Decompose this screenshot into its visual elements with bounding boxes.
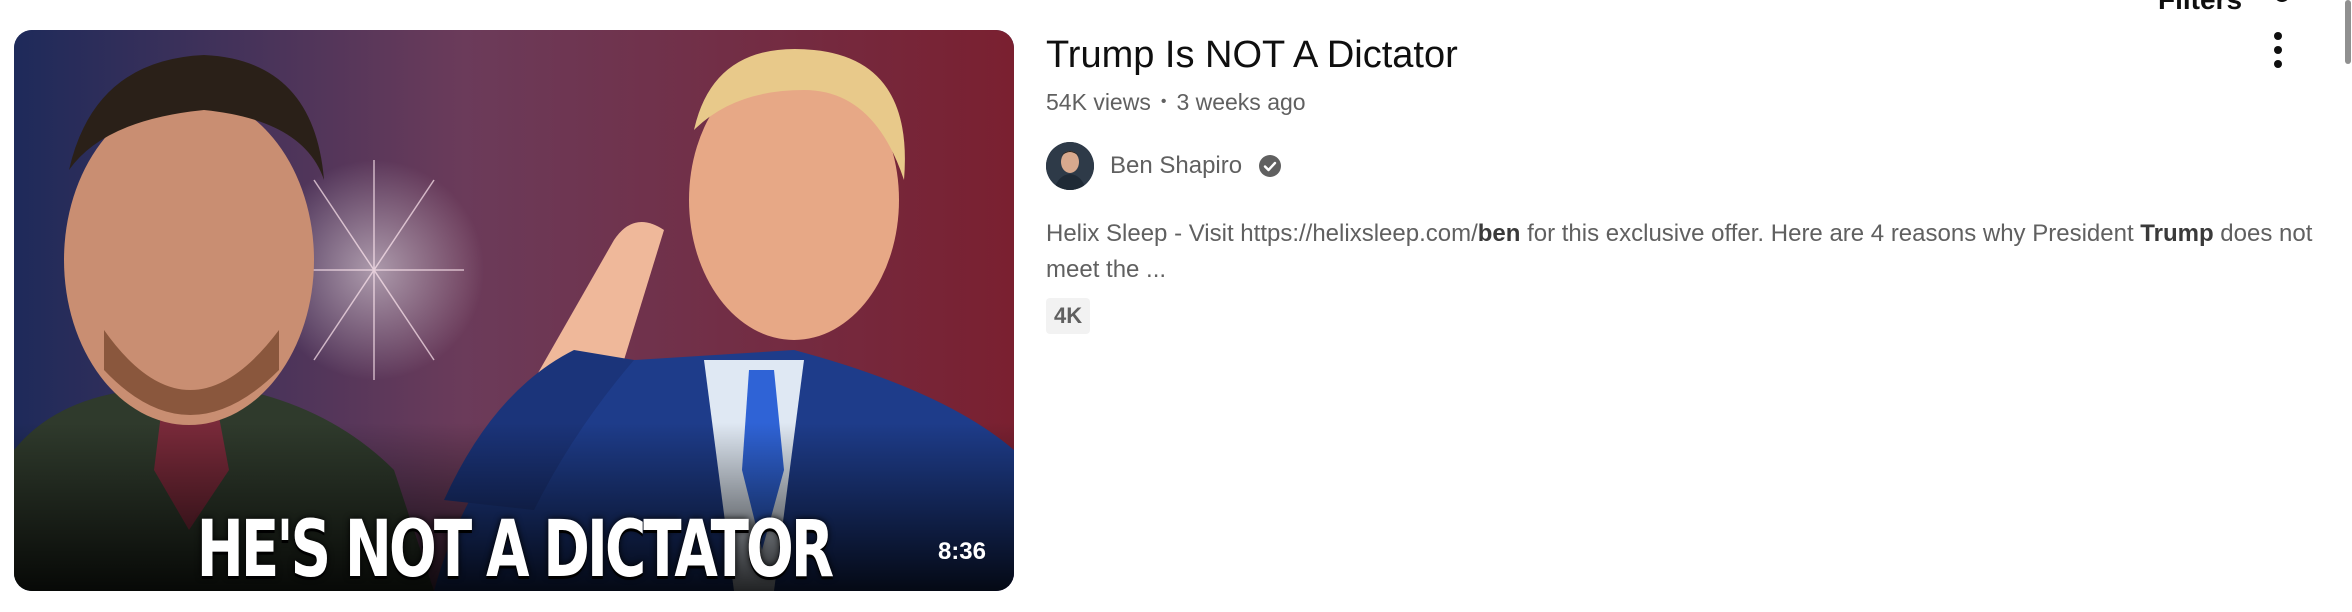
channel-avatar[interactable] bbox=[1046, 142, 1094, 190]
video-thumbnail[interactable]: HE'S NOT A DICTATOR 8:36 bbox=[14, 30, 1014, 591]
view-count: 54K views bbox=[1046, 89, 1151, 115]
verified-check-icon bbox=[1258, 154, 1282, 178]
more-vert-icon[interactable] bbox=[2258, 24, 2298, 76]
video-details: Trump Is NOT A Dictator 54K views • 3 we… bbox=[1046, 30, 2312, 334]
separator-dot: • bbox=[1160, 93, 1167, 110]
thumbnail-caption: HE'S NOT A DICTATOR bbox=[196, 505, 834, 591]
description-bold-1: ben bbox=[1477, 220, 1521, 247]
video-title[interactable]: Trump Is NOT A Dictator bbox=[1046, 30, 2306, 80]
upload-age: 3 weeks ago bbox=[1176, 89, 1306, 115]
video-description: Helix Sleep - Visit https://helixsleep.c… bbox=[1046, 216, 2316, 288]
video-metadata: 54K views • 3 weeks ago bbox=[1046, 86, 2306, 118]
duration-badge: 8:36 bbox=[937, 538, 986, 565]
filters-label: Filters bbox=[2158, 0, 2242, 20]
description-text-2: for this exclusive offer. Here are 4 rea… bbox=[1520, 220, 2141, 247]
description-text-1: Helix Sleep - Visit https://helixsleep.c… bbox=[1046, 220, 1478, 247]
channel-name[interactable]: Ben Shapiro bbox=[1110, 142, 1242, 190]
filters-button[interactable]: Filters bbox=[2158, 0, 2300, 20]
scrollbar[interactable] bbox=[2345, 0, 2351, 64]
quality-badge: 4K bbox=[1046, 298, 1091, 334]
channel-row[interactable]: Ben Shapiro bbox=[1046, 142, 2306, 190]
description-bold-2: Trump bbox=[2140, 220, 2214, 247]
filters-icon bbox=[2276, 0, 2288, 2]
